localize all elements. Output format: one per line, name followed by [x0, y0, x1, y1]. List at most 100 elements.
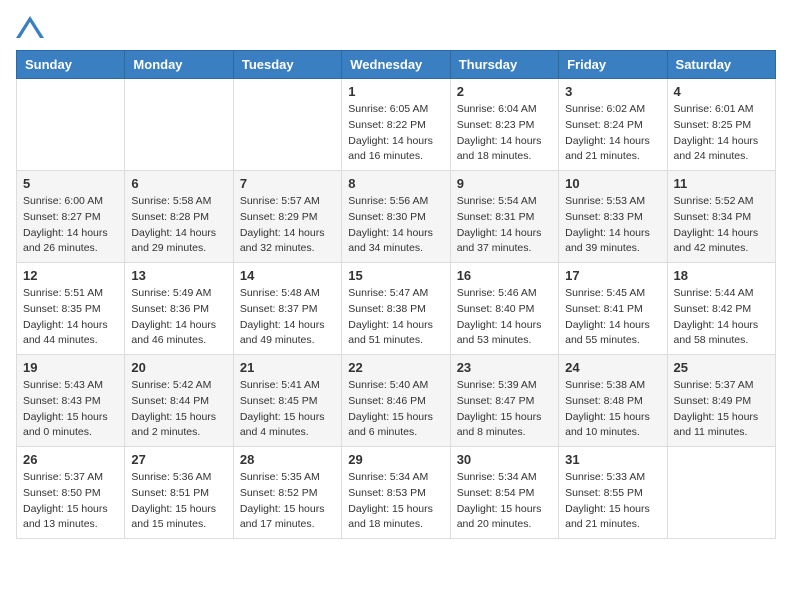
calendar-cell: 31 Sunrise: 5:33 AMSunset: 8:55 PMDayligh… [559, 447, 667, 539]
day-info-line: Sunset: 8:29 PM [240, 211, 318, 223]
day-info: Sunrise: 5:36 AMSunset: 8:51 PMDaylight:… [131, 470, 226, 533]
day-info-line: Sunset: 8:52 PM [240, 487, 318, 499]
weekday-header-friday: Friday [559, 51, 667, 79]
calendar-cell [17, 79, 125, 171]
calendar-cell: 30Sunrise: 5:34 AMSunset: 8:54 PMDayligh… [450, 447, 558, 539]
day-info: Sunrise: 5:58 AMSunset: 8:28 PMDaylight:… [131, 194, 226, 257]
day-number: 22 [348, 360, 443, 375]
day-info-line: Daylight: 14 hours [457, 135, 542, 147]
calendar-cell: 1Sunrise: 6:05 AMSunset: 8:22 PMDaylight… [342, 79, 450, 171]
day-info-line: Daylight: 15 hours [457, 411, 542, 423]
day-number: 4 [674, 84, 769, 99]
day-info: Sunrise: 5:39 AMSunset: 8:47 PMDaylight:… [457, 378, 552, 441]
day-number: 19 [23, 360, 118, 375]
logo-icon [16, 16, 44, 38]
day-info-line: Daylight: 15 hours [240, 503, 325, 515]
day-info-line: Sunset: 8:55 PM [565, 487, 643, 499]
day-info: Sunrise: 5:34 AMSunset: 8:53 PMDaylight:… [348, 470, 443, 533]
calendar-cell: 10 Sunrise: 5:53 AMSunset: 8:33 PMDayligh… [559, 171, 667, 263]
calendar-cell: 13Sunrise: 5:49 AMSunset: 8:36 PMDayligh… [125, 263, 233, 355]
calendar-cell: 11Sunrise: 5:52 AMSunset: 8:34 PMDayligh… [667, 171, 775, 263]
day-info-line: and 44 minutes. [23, 334, 98, 346]
day-info-line: Sunset: 8:54 PM [457, 487, 535, 499]
calendar-cell: 27 Sunrise: 5:36 AMSunset: 8:51 PMDayligh… [125, 447, 233, 539]
calendar-cell: 16Sunrise: 5:46 AMSunset: 8:40 PMDayligh… [450, 263, 558, 355]
day-number: 10 [565, 176, 660, 191]
day-info-line: Daylight: 14 hours [131, 227, 216, 239]
day-number: 7 [240, 176, 335, 191]
day-number: 1 [348, 84, 443, 99]
day-info-line: Sunrise: 5:41 AM [240, 379, 320, 391]
day-number: 29 [348, 452, 443, 467]
day-info: Sunrise: 5:56 AMSunset: 8:30 PMDaylight:… [348, 194, 443, 257]
day-info-line: and 37 minutes. [457, 242, 532, 254]
day-number: 2 [457, 84, 552, 99]
day-info: Sunrise: 6:02 AMSunset: 8:24 PMDaylight:… [565, 102, 660, 165]
day-info-line: Sunrise: 5:52 AM [674, 195, 754, 207]
day-info-line: and 55 minutes. [565, 334, 640, 346]
calendar-cell: 2Sunrise: 6:04 AMSunset: 8:23 PMDaylight… [450, 79, 558, 171]
day-info-line: Sunset: 8:30 PM [348, 211, 426, 223]
day-info: Sunrise: 5:46 AMSunset: 8:40 PMDaylight:… [457, 286, 552, 349]
day-info-line: and 21 minutes. [565, 150, 640, 162]
day-info-line: Sunset: 8:38 PM [348, 303, 426, 315]
day-info-line: Sunrise: 6:01 AM [674, 103, 754, 115]
day-number: 23 [457, 360, 552, 375]
day-number: 9 [457, 176, 552, 191]
day-info-line: Sunset: 8:33 PM [565, 211, 643, 223]
day-info: Sunrise: 5:53 AMSunset: 8:33 PMDaylight:… [565, 194, 660, 257]
day-info: Sunrise: 5:33 AMSunset: 8:55 PMDaylight:… [565, 470, 660, 533]
day-info-line: Sunrise: 5:36 AM [131, 471, 211, 483]
day-info-line: and 11 minutes. [674, 426, 748, 438]
calendar-cell: 25Sunrise: 5:37 AMSunset: 8:49 PMDayligh… [667, 355, 775, 447]
day-number: 26 [23, 452, 118, 467]
day-info-line: Daylight: 14 hours [674, 227, 759, 239]
day-number: 27 [131, 452, 226, 467]
day-info-line: Sunrise: 5:37 AM [674, 379, 754, 391]
day-info-line: Daylight: 14 hours [23, 227, 108, 239]
calendar-cell [667, 447, 775, 539]
day-info-line: Daylight: 14 hours [565, 227, 650, 239]
day-info: Sunrise: 6:00 AMSunset: 8:27 PMDaylight:… [23, 194, 118, 257]
calendar-cell [233, 79, 341, 171]
calendar-cell: 8Sunrise: 5:56 AMSunset: 8:30 PMDaylight… [342, 171, 450, 263]
day-info-line: Daylight: 14 hours [23, 319, 108, 331]
day-number: 31 [565, 452, 660, 467]
day-number: 28 [240, 452, 335, 467]
day-number: 15 [348, 268, 443, 283]
day-info-line: Daylight: 15 hours [457, 503, 542, 515]
day-info-line: and 24 minutes. [674, 150, 749, 162]
day-info-line: Sunset: 8:47 PM [457, 395, 535, 407]
day-info-line: Daylight: 14 hours [240, 227, 325, 239]
calendar-cell: 3Sunrise: 6:02 AMSunset: 8:24 PMDaylight… [559, 79, 667, 171]
day-info-line: Sunset: 8:41 PM [565, 303, 643, 315]
day-info-line: Sunset: 8:27 PM [23, 211, 101, 223]
day-info-line: Sunset: 8:31 PM [457, 211, 535, 223]
day-info-line: Daylight: 15 hours [23, 503, 108, 515]
day-number: 17 [565, 268, 660, 283]
day-info: Sunrise: 5:38 AMSunset: 8:48 PMDaylight:… [565, 378, 660, 441]
day-info: Sunrise: 5:41 AMSunset: 8:45 PMDaylight:… [240, 378, 335, 441]
day-info-line: and 51 minutes. [348, 334, 423, 346]
day-info-line: Sunrise: 5:45 AM [565, 287, 645, 299]
day-info-line: Daylight: 14 hours [674, 319, 759, 331]
day-info-line: and 58 minutes. [674, 334, 749, 346]
calendar-cell: 15Sunrise: 5:47 AMSunset: 8:38 PMDayligh… [342, 263, 450, 355]
day-info-line: Sunrise: 5:57 AM [240, 195, 320, 207]
day-info: Sunrise: 5:54 AMSunset: 8:31 PMDaylight:… [457, 194, 552, 257]
day-info-line: Daylight: 14 hours [348, 135, 433, 147]
day-info: Sunrise: 5:43 AMSunset: 8:43 PMDaylight:… [23, 378, 118, 441]
weekday-header-monday: Monday [125, 51, 233, 79]
calendar-cell: 24Sunrise: 5:38 AMSunset: 8:48 PMDayligh… [559, 355, 667, 447]
day-number: 30 [457, 452, 552, 467]
calendar-cell: 4Sunrise: 6:01 AMSunset: 8:25 PMDaylight… [667, 79, 775, 171]
day-info-line: Sunrise: 5:34 AM [348, 471, 428, 483]
day-info-line: and 18 minutes. [457, 150, 532, 162]
day-info-line: Daylight: 14 hours [131, 319, 216, 331]
calendar-cell: 20Sunrise: 5:42 AMSunset: 8:44 PMDayligh… [125, 355, 233, 447]
day-info-line: Sunrise: 6:05 AM [348, 103, 428, 115]
day-info-line: Daylight: 15 hours [674, 411, 759, 423]
day-info: Sunrise: 5:42 AMSunset: 8:44 PMDaylight:… [131, 378, 226, 441]
day-info-line: Sunset: 8:44 PM [131, 395, 209, 407]
calendar-table: SundayMondayTuesdayWednesdayThursdayFrid… [16, 50, 776, 539]
